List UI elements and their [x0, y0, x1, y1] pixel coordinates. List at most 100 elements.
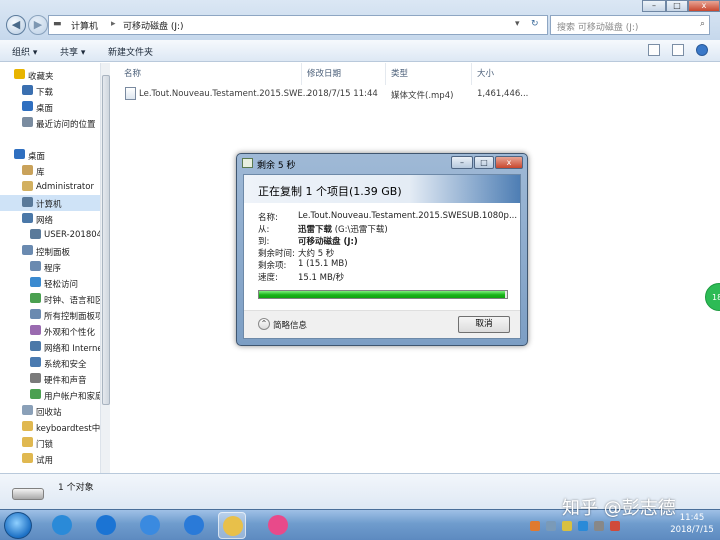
item-count: 1 个对象: [58, 483, 94, 493]
sidebar-item[interactable]: 程序: [0, 259, 100, 275]
baidu-netdisk-icon: [184, 515, 204, 535]
sidebar-item[interactable]: 网络和 Internet: [0, 339, 100, 355]
sidebar-item-label: 外观和个性化: [44, 328, 96, 338]
copy-dialog-icon: [242, 158, 253, 168]
tray-app-icon[interactable]: [546, 521, 556, 531]
sidebar-item[interactable]: 网络: [0, 211, 100, 227]
taskbar-app-button[interactable]: [180, 512, 208, 539]
network-internet-icon: [30, 341, 41, 351]
tray-volume-icon[interactable]: [594, 521, 604, 531]
preview-pane-icon[interactable]: [672, 44, 684, 56]
sidebar-item[interactable]: 计算机: [0, 195, 100, 211]
tray-app-icon[interactable]: [530, 521, 540, 531]
back-button[interactable]: ◀: [6, 15, 26, 35]
sidebar-item-label: 库: [36, 168, 45, 178]
column-header-type[interactable]: 类型: [391, 67, 408, 79]
sidebar-item[interactable]: 所有控制面板项: [0, 307, 100, 323]
address-dropdown-icon[interactable]: ▾: [515, 19, 520, 29]
search-input[interactable]: 搜索 可移动磁盘 (J:) ⌕: [550, 15, 710, 35]
sidebar-item-label: 网络: [36, 216, 54, 226]
sidebar-item-label: 时钟、语言和区: [44, 296, 100, 306]
minimize-button[interactable]: –: [642, 0, 666, 12]
new-folder-button[interactable]: 新建文件夹: [108, 45, 153, 58]
chevron-up-icon[interactable]: ⌃: [258, 318, 270, 330]
sidebar-item[interactable]: 控制面板: [0, 243, 100, 259]
column-header-name[interactable]: 名称: [124, 67, 141, 79]
file-name: Le.Tout.Nouveau.Testament.2015.SWE...: [139, 89, 311, 99]
sidebar-item[interactable]: 硬件和声音: [0, 371, 100, 387]
tray-warning-icon[interactable]: [562, 521, 572, 531]
sidebar-item-label: Administrator: [36, 182, 94, 192]
libraries-icon: [22, 165, 33, 175]
share-menu[interactable]: 共享 ▾: [60, 45, 85, 58]
sidebar-item[interactable]: 桌面: [0, 147, 100, 163]
maximize-button[interactable]: □: [666, 0, 688, 12]
help-icon[interactable]: [696, 44, 708, 56]
copy-progress-dialog: 剩余 5 秒 – □ x 正在复制 1 个项目(1.39 GB) 名称: Le.…: [236, 153, 528, 346]
address-bar[interactable]: ▬ 计算机 ▸ 可移动磁盘 (J:) ▾ ↻: [48, 15, 548, 35]
view-options-icon[interactable]: [648, 44, 660, 56]
refresh-icon[interactable]: ↻: [531, 19, 539, 29]
dialog-close-button[interactable]: x: [495, 156, 523, 169]
copy-progress-bar: [258, 290, 508, 299]
nav-scrollbar[interactable]: [100, 63, 110, 473]
sidebar-item-label: 计算机: [36, 200, 62, 210]
from-folder-link[interactable]: 迅雷下载: [298, 225, 332, 235]
dialog-body: 正在复制 1 个项目(1.39 GB) 名称: Le.Tout.Nouveau.…: [243, 174, 521, 339]
sidebar-item[interactable]: 桌面: [0, 99, 100, 115]
column-separator[interactable]: [301, 63, 302, 85]
column-separator[interactable]: [471, 63, 472, 85]
sidebar-item-label: 桌面: [28, 152, 46, 162]
cancel-button[interactable]: 取消: [458, 316, 510, 333]
ease-of-access-icon: [30, 277, 41, 287]
sidebar-item[interactable]: keyboardtest中: [0, 419, 100, 435]
folder-icon: [22, 421, 33, 431]
sidebar-item[interactable]: 时钟、语言和区: [0, 291, 100, 307]
recycle-bin-icon: [22, 405, 33, 415]
taskbar-app-button[interactable]: [264, 512, 292, 539]
organize-menu[interactable]: 组织 ▾: [12, 45, 37, 58]
to-drive-link[interactable]: 可移动磁盘 (J:): [298, 237, 358, 247]
sidebar-item[interactable]: 外观和个性化: [0, 323, 100, 339]
tray-network-icon[interactable]: [578, 521, 588, 531]
sidebar-item[interactable]: 下载: [0, 83, 100, 99]
sidebar-item[interactable]: 试用: [0, 451, 100, 467]
sidebar-item[interactable]: 用户帐户和家庭: [0, 387, 100, 403]
nav-scrollbar-thumb[interactable]: [102, 75, 110, 405]
file-explorer-icon: [223, 516, 243, 536]
tray-app-icon[interactable]: [610, 521, 620, 531]
column-header-date[interactable]: 修改日期: [307, 67, 341, 79]
user-accounts-icon: [30, 389, 41, 399]
sidebar-item[interactable]: 库: [0, 163, 100, 179]
taskbar-app-button[interactable]: [92, 512, 120, 539]
sidebar-item[interactable]: 门锁: [0, 435, 100, 451]
forward-button[interactable]: ▶: [28, 15, 48, 35]
value-from[interactable]: 迅雷下载 (G:\迅雷下载): [298, 223, 388, 235]
computer-small-icon: ▬: [53, 19, 62, 29]
download-folder-icon: [22, 85, 33, 95]
column-header-size[interactable]: 大小: [477, 67, 494, 79]
value-speed: 15.1 MB/秒: [298, 273, 345, 283]
close-button[interactable]: x: [688, 0, 720, 12]
sidebar-item-label: 试用: [36, 456, 54, 466]
dialog-maximize-button[interactable]: □: [474, 156, 494, 169]
sidebar-item[interactable]: 最近访问的位置: [0, 115, 100, 131]
breadcrumb-drive[interactable]: 可移动磁盘 (J:): [123, 19, 184, 32]
sidebar-item[interactable]: 轻松访问: [0, 275, 100, 291]
dialog-minimize-button[interactable]: –: [451, 156, 473, 169]
folder-icon: [22, 437, 33, 447]
sidebar-item[interactable]: 回收站: [0, 403, 100, 419]
sidebar-item[interactable]: 系统和安全: [0, 355, 100, 371]
dialog-footer: ⌃ 简略信息 取消: [244, 310, 520, 338]
start-button[interactable]: [4, 512, 32, 539]
value-to[interactable]: 可移动磁盘 (J:): [298, 235, 358, 247]
column-separator[interactable]: [385, 63, 386, 85]
less-info-toggle[interactable]: 简略信息: [273, 319, 307, 331]
sidebar-item[interactable]: USER-2018041: [0, 227, 100, 243]
taskbar-app-button[interactable]: [48, 512, 76, 539]
sidebar-item[interactable]: 收藏夹: [0, 67, 100, 83]
taskbar-app-button[interactable]: [136, 512, 164, 539]
breadcrumb-computer[interactable]: 计算机: [71, 19, 98, 32]
sidebar-item[interactable]: Administrator: [0, 179, 100, 195]
taskbar-app-button[interactable]: [218, 512, 246, 539]
